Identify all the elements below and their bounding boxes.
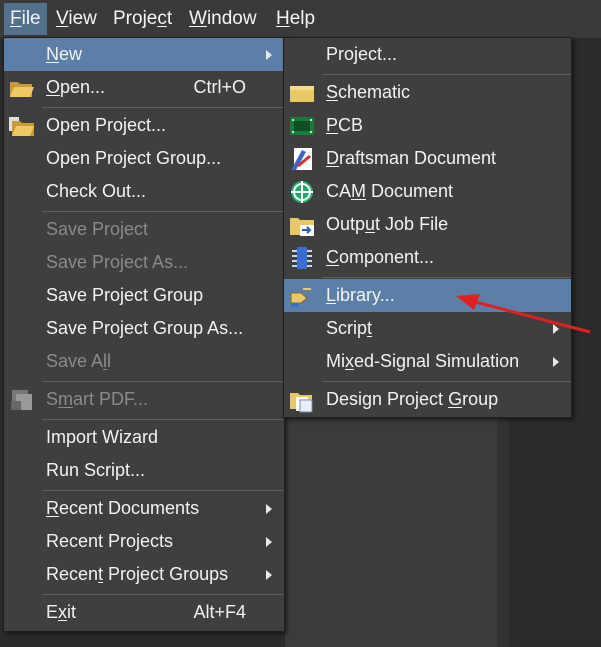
file-new[interactable]: New bbox=[4, 38, 284, 71]
menu-separator bbox=[42, 381, 284, 382]
project-group-icon bbox=[288, 387, 316, 413]
schematic-icon bbox=[288, 80, 316, 106]
file-menu: New Open... Ctrl+O Open Project... Open … bbox=[3, 37, 285, 632]
menu-window[interactable]: Window bbox=[183, 3, 263, 35]
menu-view[interactable]: View bbox=[50, 3, 103, 35]
new-submenu: Project... Schematic PCB Draftsman Docum… bbox=[283, 37, 572, 418]
cam-icon bbox=[288, 179, 316, 205]
file-open-project[interactable]: Open Project... bbox=[4, 109, 284, 142]
submenu-arrow-icon bbox=[266, 570, 272, 580]
new-project[interactable]: Project... bbox=[284, 38, 571, 71]
open-folder-icon bbox=[8, 75, 36, 101]
file-recent-projects[interactable]: Recent Projects bbox=[4, 525, 284, 558]
file-check-out[interactable]: Check Out... bbox=[4, 175, 284, 208]
file-save-project-group[interactable]: Save Project Group bbox=[4, 279, 284, 312]
file-run-script[interactable]: Run Script... bbox=[4, 454, 284, 487]
submenu-arrow-icon bbox=[266, 504, 272, 514]
file-save-project-group-as[interactable]: Save Project Group As... bbox=[4, 312, 284, 345]
draftsman-icon bbox=[288, 146, 316, 172]
pcb-icon bbox=[288, 113, 316, 139]
menu-help[interactable]: Help bbox=[270, 3, 321, 35]
smart-pdf-icon bbox=[8, 387, 36, 413]
new-mixed-signal-simulation[interactable]: Mixed-Signal Simulation bbox=[284, 345, 571, 378]
file-exit[interactable]: Exit Alt+F4 bbox=[4, 596, 284, 629]
new-cam-document[interactable]: CAM Document bbox=[284, 175, 571, 208]
new-schematic[interactable]: Schematic bbox=[284, 76, 571, 109]
menu-separator bbox=[322, 381, 571, 382]
new-pcb[interactable]: PCB bbox=[284, 109, 571, 142]
menu-file[interactable]: File bbox=[4, 3, 47, 35]
file-recent-documents[interactable]: Recent Documents bbox=[4, 492, 284, 525]
file-save-project-as: Save Project As... bbox=[46, 252, 189, 272]
submenu-arrow-icon bbox=[553, 357, 559, 367]
menu-separator bbox=[42, 419, 284, 420]
library-icon bbox=[288, 283, 316, 309]
menubar: File View Project Window Help bbox=[0, 0, 601, 38]
file-recent-project-groups[interactable]: Recent Project Groups bbox=[4, 558, 284, 591]
submenu-arrow-icon bbox=[266, 50, 272, 60]
file-open[interactable]: Open... Ctrl+O bbox=[4, 71, 284, 104]
output-job-icon bbox=[288, 212, 316, 238]
annotation-arrow-icon bbox=[456, 294, 591, 334]
menu-separator bbox=[322, 277, 571, 278]
menu-separator bbox=[42, 490, 284, 491]
new-output-job-file[interactable]: Output Job File bbox=[284, 208, 571, 241]
open-project-icon bbox=[8, 113, 36, 139]
menu-separator bbox=[42, 107, 284, 108]
menu-separator bbox=[322, 74, 571, 75]
component-icon bbox=[288, 245, 316, 271]
new-component[interactable]: Component... bbox=[284, 241, 571, 274]
menu-separator bbox=[42, 211, 284, 212]
submenu-arrow-icon bbox=[266, 537, 272, 547]
new-design-project-group[interactable]: Design Project Group bbox=[284, 383, 571, 416]
file-save-project: Save Project bbox=[46, 219, 149, 239]
file-save-all: Save All bbox=[46, 351, 112, 371]
menu-project[interactable]: Project bbox=[107, 3, 178, 35]
menu-separator bbox=[42, 594, 284, 595]
new-draftsman-document[interactable]: Draftsman Document bbox=[284, 142, 571, 175]
file-smart-pdf: Smart PDF... bbox=[4, 383, 284, 416]
file-open-project-group[interactable]: Open Project Group... bbox=[4, 142, 284, 175]
file-import-wizard[interactable]: Import Wizard bbox=[4, 421, 284, 454]
